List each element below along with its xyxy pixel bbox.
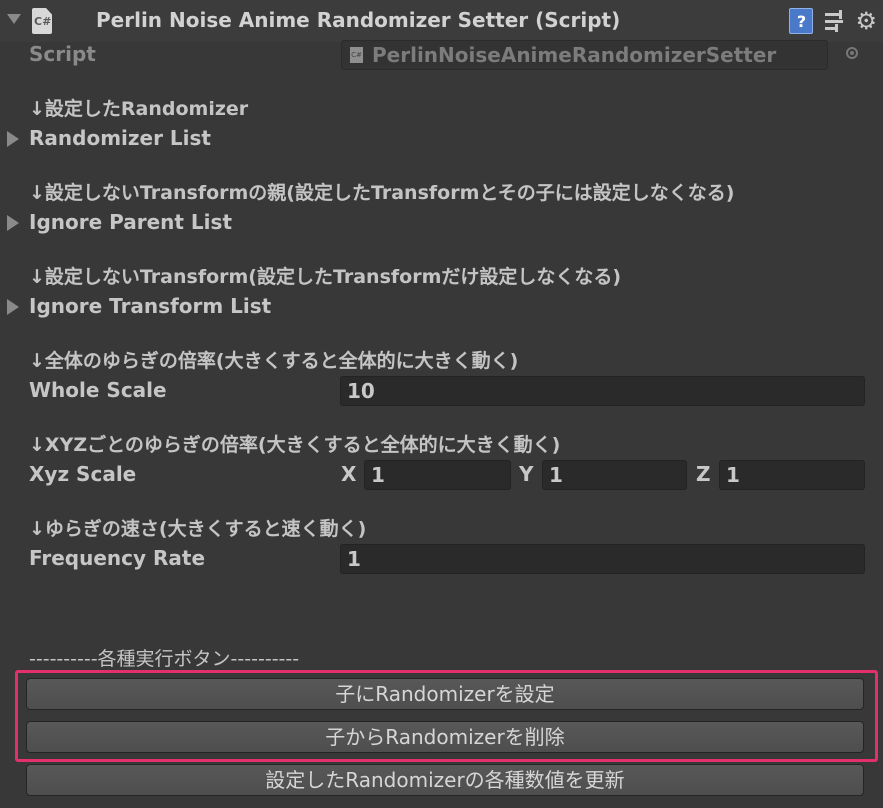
randomizer-list-foldout-icon[interactable]	[7, 131, 19, 147]
ignore-transform-list-label[interactable]: Ignore Transform List	[29, 294, 271, 318]
whole-scale-label: Whole Scale	[29, 378, 167, 402]
ignore-transform-comment: ↓設定しないTransform(設定したTransformだけ設定しなくなる)	[29, 266, 622, 288]
highlight-annotation	[15, 670, 878, 762]
randomizer-list-label[interactable]: Randomizer List	[29, 126, 211, 150]
x-axis-label: X	[341, 462, 357, 486]
component-header[interactable]: C# Perlin Noise Anime Randomizer Setter …	[0, 0, 883, 42]
whole-scale-comment: ↓全体のゆらぎの倍率(大きくすると全体的に大きく動く)	[29, 350, 519, 372]
script-file-icon: C#	[30, 8, 54, 34]
script-field-value: PerlinNoiseAnimeRandomizerSetter	[372, 43, 777, 67]
z-scale-field[interactable]: 1	[719, 460, 865, 490]
frequency-comment: ↓ゆらぎの速さ(大きくすると速く動く)	[29, 518, 367, 540]
x-scale-field[interactable]: 1	[364, 460, 511, 490]
frequency-rate-field[interactable]: 1	[340, 544, 865, 574]
whole-scale-field[interactable]: 10	[340, 376, 865, 406]
randomizer-comment: ↓設定したRandomizer	[29, 98, 249, 120]
component-title: Perlin Noise Anime Randomizer Setter (Sc…	[96, 8, 621, 32]
script-asset-icon: C#	[350, 47, 363, 63]
z-axis-label: Z	[696, 462, 711, 486]
gear-icon[interactable]: ⚙	[855, 9, 877, 33]
inspector-panel: C# Perlin Noise Anime Randomizer Setter …	[0, 0, 883, 808]
cs-icon-label: C#	[34, 15, 52, 28]
presets-icon[interactable]	[823, 10, 845, 32]
xyz-scale-comment: ↓XYZごとのゆらぎの倍率(大きくすると全体的に大きく動く)	[29, 434, 561, 456]
ignore-parent-list-foldout-icon[interactable]	[7, 215, 19, 231]
script-label: Script	[29, 42, 96, 66]
header-icons: ? ⚙	[789, 8, 877, 34]
ignore-parent-list-label[interactable]: Ignore Parent List	[29, 210, 232, 234]
y-scale-field[interactable]: 1	[542, 460, 687, 490]
buttons-separator: ----------各種実行ボタン----------	[29, 648, 300, 670]
foldout-arrow-icon[interactable]	[7, 14, 21, 24]
frequency-rate-label: Frequency Rate	[29, 546, 206, 570]
y-axis-label: Y	[519, 462, 534, 486]
script-field[interactable]: C# PerlinNoiseAnimeRandomizerSetter	[341, 40, 828, 70]
xyz-scale-label: Xyz Scale	[29, 462, 137, 486]
ignore-transform-list-foldout-icon[interactable]	[7, 299, 19, 315]
help-icon[interactable]: ?	[789, 8, 814, 34]
object-picker-icon[interactable]	[846, 47, 858, 59]
update-values-button[interactable]: 設定したRandomizerの各種数値を更新	[26, 764, 864, 796]
ignore-parent-comment: ↓設定しないTransformの親(設定したTransformとその子には設定し…	[29, 182, 735, 204]
